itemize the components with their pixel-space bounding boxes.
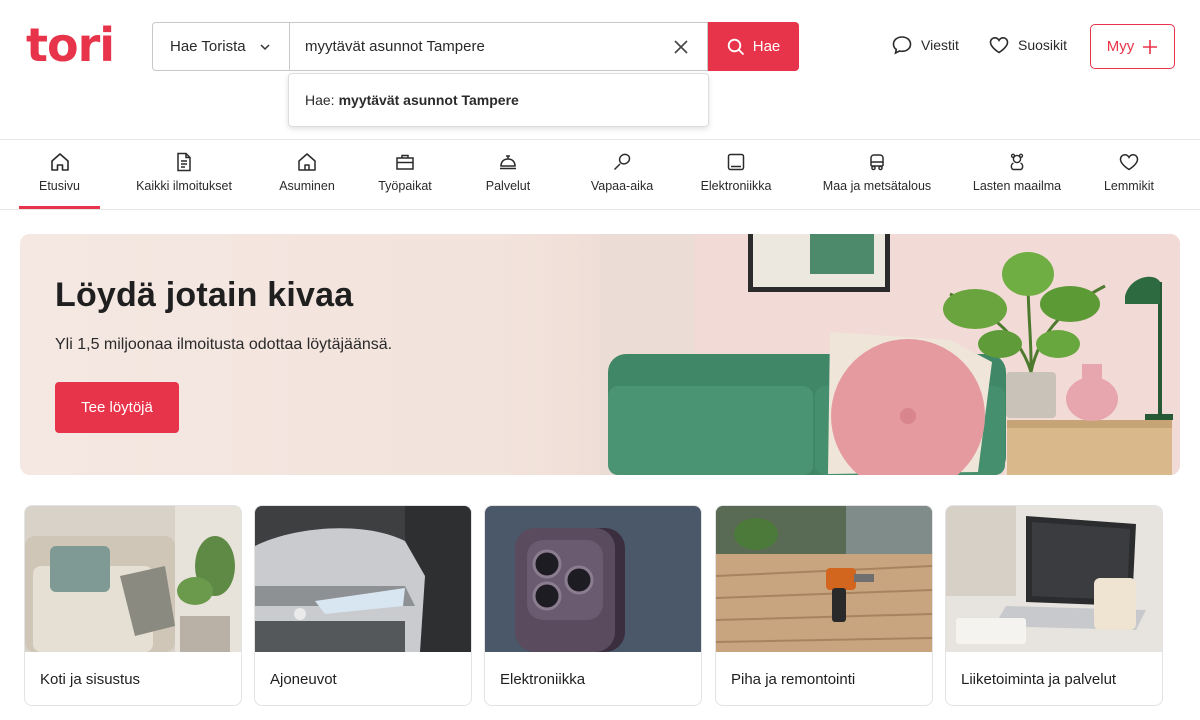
category-card-koti-ja-sisustus[interactable]: Koti ja sisustus bbox=[24, 505, 242, 706]
favorites-label: Suosikit bbox=[1018, 37, 1068, 53]
search-input[interactable]: myytävät asunnot Tampere bbox=[289, 22, 708, 71]
search-button-label: Hae bbox=[752, 38, 781, 55]
page: tori Hae Torista myytävät asunnot Tamper… bbox=[0, 0, 1200, 720]
category-label: Koti ja sisustus bbox=[40, 671, 141, 688]
search-scope-select[interactable]: Hae Torista bbox=[152, 22, 289, 71]
nav-item-tyopaikat[interactable]: Työpaikat bbox=[370, 140, 440, 210]
tablet-icon bbox=[727, 153, 745, 171]
search-suggestion[interactable]: Hae: myytävät asunnot Tampere bbox=[288, 73, 709, 127]
category-label: Piha ja remontointi bbox=[731, 671, 856, 688]
nav-item-maa-ja-metsatalous[interactable]: Maa ja metsätalous bbox=[817, 140, 937, 210]
laptop-workspace-image bbox=[946, 506, 1162, 652]
clear-search-icon[interactable] bbox=[673, 39, 689, 55]
category-card-elektroniikka[interactable]: Elektroniikka bbox=[484, 505, 702, 706]
nav-divider bbox=[0, 209, 1200, 210]
hero-title: Löydä jotain kivaa bbox=[55, 276, 354, 314]
search-icon bbox=[727, 38, 744, 55]
nav-item-elektroniikka[interactable]: Elektroniikka bbox=[696, 140, 776, 210]
search-scope-label: Hae Torista bbox=[170, 38, 246, 55]
hero-subtitle: Yli 1,5 miljoonaa ilmoitusta odottaa löy… bbox=[55, 336, 393, 353]
nav-item-kaikki-ilmoitukset[interactable]: Kaikki ilmoitukset bbox=[128, 140, 240, 210]
garden-deck-image bbox=[716, 506, 932, 652]
teddy-icon bbox=[1010, 153, 1024, 171]
messages-link[interactable]: Viestit bbox=[891, 34, 959, 56]
chevron-down-icon bbox=[260, 43, 270, 50]
racket-icon bbox=[613, 153, 631, 171]
nav-item-lemmikit[interactable]: Lemmikit bbox=[1098, 140, 1160, 210]
car-image bbox=[255, 506, 471, 652]
nav-label: Asuminen bbox=[279, 179, 335, 193]
nav-label: Vapaa-aika bbox=[590, 179, 654, 193]
category-label: Liiketoiminta ja palvelut bbox=[961, 671, 1117, 688]
category-card-ajoneuvot[interactable]: Ajoneuvot bbox=[254, 505, 472, 706]
service-bell-icon bbox=[500, 155, 516, 170]
search-button[interactable]: Hae bbox=[708, 22, 799, 71]
hero-cta-button[interactable]: Tee löytöjä bbox=[55, 382, 179, 433]
nav-label: Maa ja metsätalous bbox=[822, 179, 932, 193]
home-interior-image bbox=[25, 506, 241, 652]
nav-label: Lasten maailma bbox=[972, 179, 1062, 193]
messages-label: Viestit bbox=[921, 37, 959, 53]
briefcase-icon bbox=[396, 154, 414, 170]
suggestion-prefix: Hae: bbox=[305, 92, 335, 108]
heart-icon bbox=[1119, 154, 1139, 171]
nav-item-palvelut[interactable]: Palvelut bbox=[478, 140, 538, 210]
hero-banner: Löydä jotain kivaa Yli 1,5 miljoonaa ilm… bbox=[20, 234, 1180, 475]
tori-logo[interactable]: tori bbox=[26, 20, 115, 70]
heart-icon bbox=[989, 36, 1009, 54]
nav-item-etusivu[interactable]: Etusivu bbox=[19, 140, 100, 210]
house-icon bbox=[298, 153, 316, 171]
nav-label: Työpaikat bbox=[378, 179, 432, 193]
home-icon bbox=[50, 153, 69, 171]
suggestion-query: myytävät asunnot Tampere bbox=[338, 92, 519, 108]
document-icon bbox=[177, 152, 191, 172]
nav-item-vapaa-aika[interactable]: Vapaa-aika bbox=[585, 140, 659, 210]
nav-label: Etusivu bbox=[39, 179, 80, 193]
nav-label: Palvelut bbox=[485, 179, 531, 193]
category-card-piha-ja-remontointi[interactable]: Piha ja remontointi bbox=[715, 505, 933, 706]
sell-button[interactable]: Myy bbox=[1090, 24, 1175, 69]
search-bar: Hae Torista myytävät asunnot Tampere Hae bbox=[152, 22, 799, 71]
plus-icon bbox=[1143, 39, 1158, 54]
favorites-link[interactable]: Suosikit bbox=[988, 34, 1067, 56]
nav-item-asuminen[interactable]: Asuminen bbox=[272, 140, 342, 210]
sell-label: Myy bbox=[1106, 38, 1135, 55]
search-input-value: myytävät asunnot Tampere bbox=[305, 38, 485, 55]
chat-bubble-icon bbox=[892, 36, 912, 55]
category-nav: Etusivu Kaikki ilmoitukset Asuminen Työp… bbox=[0, 140, 1200, 210]
hero-living-room-image bbox=[600, 234, 1180, 475]
nav-label: Lemmikit bbox=[1103, 179, 1154, 193]
nav-label: Elektroniikka bbox=[700, 179, 772, 193]
nav-item-lasten-maailma[interactable]: Lasten maailma bbox=[970, 140, 1064, 210]
category-card-liiketoiminta-ja-palvelut[interactable]: Liiketoiminta ja palvelut bbox=[945, 505, 1163, 706]
nav-label: Kaikki ilmoitukset bbox=[136, 179, 232, 193]
tractor-icon bbox=[870, 154, 884, 171]
smartphone-image bbox=[485, 506, 701, 652]
category-label: Ajoneuvot bbox=[270, 671, 337, 688]
category-label: Elektroniikka bbox=[500, 671, 586, 688]
header: tori Hae Torista myytävät asunnot Tamper… bbox=[0, 0, 1200, 140]
